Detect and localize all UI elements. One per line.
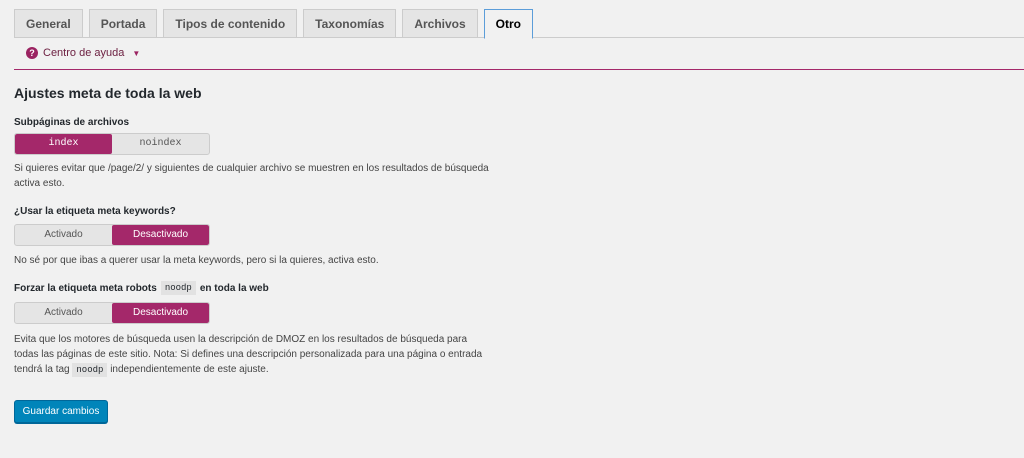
archives-label: Subpáginas de archivos — [14, 117, 129, 128]
keywords-description: No sé por que ibas a querer usar la meta… — [14, 255, 379, 266]
noodp-label-after: en toda la web — [199, 282, 269, 294]
archives-label-text: Subpáginas de archivos — [14, 117, 130, 128]
help-center-label: Centro de ayuda — [43, 47, 125, 59]
tab-portada[interactable]: Portada — [88, 9, 158, 37]
noodp-description-code: noodp — [72, 363, 108, 377]
help-circle-icon: ? — [26, 47, 38, 59]
help-center-toggle[interactable]: ? Centro de ayuda ▼ — [26, 47, 140, 59]
noodp-toggle: Activado Desactivado — [14, 302, 210, 324]
archives-toggle: index noindex — [14, 133, 210, 155]
tab-tipos-de-contenido[interactable]: Tipos de contenido — [163, 9, 298, 37]
keywords-toggle: Activado Desactivado — [14, 224, 210, 246]
help-divider — [14, 69, 1024, 70]
noodp-label-code: noodp — [160, 281, 196, 295]
settings-tabs: General Portada Tipos de contenido Taxon… — [14, 9, 1024, 39]
keywords-option-activado[interactable]: Activado — [15, 225, 112, 245]
archives-description: Si quieres evitar que /page/2/ y siguien… — [14, 163, 489, 189]
noodp-description: Evita que los motores de búsqueda usen l… — [14, 332, 494, 378]
keywords-label: ¿Usar la etiqueta meta keywords? — [14, 206, 176, 217]
keywords-option-desactivado[interactable]: Desactivado — [112, 225, 209, 245]
section-title: Ajustes meta de toda la web — [14, 85, 202, 101]
save-changes-button[interactable]: Guardar cambios — [14, 400, 108, 423]
noodp-label-before: Forzar la etiqueta meta robots — [14, 282, 157, 294]
noodp-option-desactivado[interactable]: Desactivado — [112, 303, 209, 323]
noodp-option-activado[interactable]: Activado — [15, 303, 112, 323]
caret-down-icon: ▼ — [132, 48, 141, 58]
tab-otro[interactable]: Otro — [483, 9, 534, 39]
keywords-label-text: ¿Usar la etiqueta meta keywords? — [14, 206, 176, 217]
tab-taxonomias[interactable]: Taxonomías — [303, 9, 397, 37]
tab-archivos[interactable]: Archivos — [402, 9, 478, 37]
tab-general[interactable]: General — [14, 9, 83, 37]
noodp-description-after: independientemente de este ajuste. — [110, 364, 269, 375]
archives-option-index[interactable]: index — [15, 134, 112, 154]
noodp-label: Forzar la etiqueta meta robots noodp en … — [14, 281, 269, 295]
archives-option-noindex[interactable]: noindex — [112, 134, 209, 154]
